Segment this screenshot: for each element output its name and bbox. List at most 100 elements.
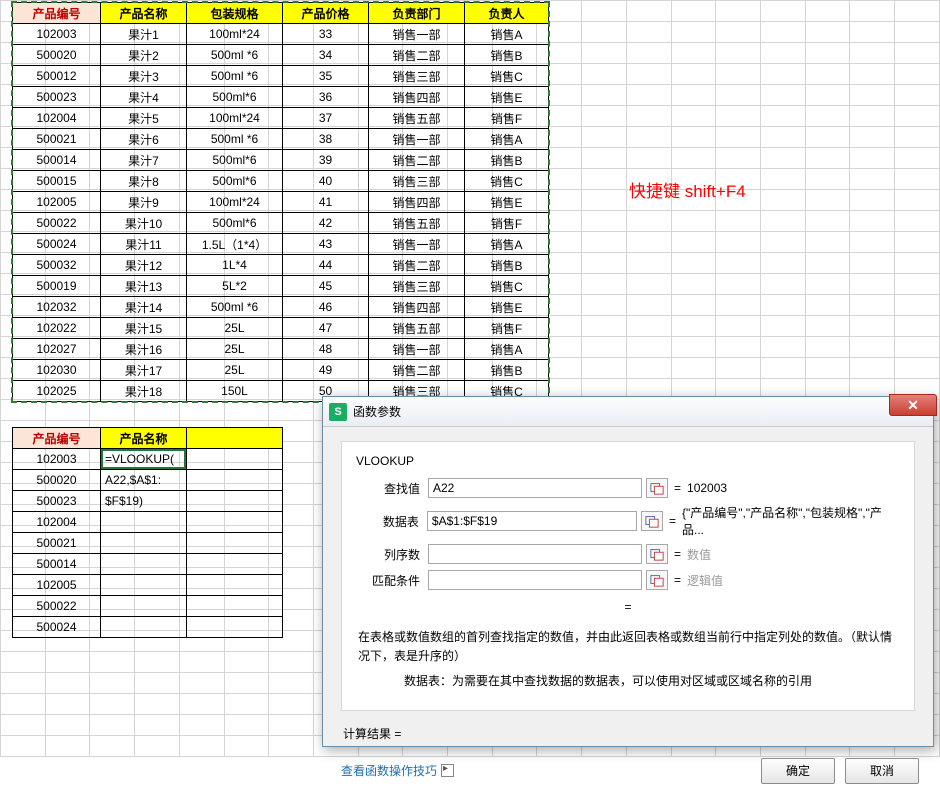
data-cell[interactable]: 果汁5 xyxy=(101,108,187,129)
data-cell[interactable]: 102004 xyxy=(13,512,101,533)
data-cell[interactable]: 45 xyxy=(283,276,369,297)
dialog-titlebar[interactable]: S 函数参数 ✕ xyxy=(323,397,933,427)
data-cell[interactable]: 38 xyxy=(283,129,369,150)
data-cell[interactable]: 102027 xyxy=(13,339,101,360)
data-cell[interactable]: 销售B xyxy=(465,255,549,276)
range-picker-icon[interactable] xyxy=(646,570,668,590)
data-cell[interactable]: 销售一部 xyxy=(369,24,465,45)
range-picker-icon[interactable] xyxy=(646,544,668,564)
data-cell[interactable]: 102005 xyxy=(13,192,101,213)
data-cell[interactable] xyxy=(187,575,283,596)
data-cell[interactable]: 销售C xyxy=(465,276,549,297)
data-cell[interactable]: 果汁14 xyxy=(101,297,187,318)
cancel-button[interactable]: 取消 xyxy=(845,758,919,784)
data-cell[interactable]: 销售C xyxy=(465,66,549,87)
data-cell[interactable]: 500ml *6 xyxy=(187,45,283,66)
data-cell[interactable]: 25L xyxy=(187,339,283,360)
data-cell[interactable]: 43 xyxy=(283,234,369,255)
col-header[interactable]: 负责人 xyxy=(465,3,549,24)
data-cell[interactable]: 销售二部 xyxy=(369,360,465,381)
range-picker-icon[interactable] xyxy=(646,478,668,498)
data-cell[interactable]: 果汁9 xyxy=(101,192,187,213)
data-cell[interactable]: 100ml*24 xyxy=(187,24,283,45)
data-cell[interactable] xyxy=(187,470,283,491)
col-header[interactable]: 产品价格 xyxy=(283,3,369,24)
data-cell[interactable]: 500ml *6 xyxy=(187,66,283,87)
data-cell[interactable]: 销售二部 xyxy=(369,150,465,171)
data-cell[interactable]: 500ml*6 xyxy=(187,87,283,108)
data-cell[interactable]: 果汁7 xyxy=(101,150,187,171)
data-cell[interactable]: 500024 xyxy=(13,234,101,255)
data-cell[interactable]: 1.5L（1*4） xyxy=(187,234,283,255)
data-cell[interactable]: 34 xyxy=(283,45,369,66)
data-cell[interactable]: 25L xyxy=(187,318,283,339)
data-cell[interactable]: 500022 xyxy=(13,596,101,617)
data-cell[interactable]: 销售二部 xyxy=(369,45,465,66)
col-header[interactable]: 包装规格 xyxy=(187,3,283,24)
data-cell[interactable]: 销售一部 xyxy=(369,129,465,150)
data-cell[interactable]: 102025 xyxy=(13,381,101,402)
data-cell[interactable]: 44 xyxy=(283,255,369,276)
data-cell[interactable]: 100ml*24 xyxy=(187,192,283,213)
data-cell[interactable]: 销售B xyxy=(465,150,549,171)
data-cell[interactable] xyxy=(187,491,283,512)
data-cell[interactable]: 果汁4 xyxy=(101,87,187,108)
data-cell[interactable]: 47 xyxy=(283,318,369,339)
data-cell[interactable]: 果汁15 xyxy=(101,318,187,339)
data-cell[interactable]: 102032 xyxy=(13,297,101,318)
data-cell[interactable]: 500023 xyxy=(13,491,101,512)
data-cell[interactable] xyxy=(187,449,283,470)
data-cell[interactable]: 销售三部 xyxy=(369,171,465,192)
ok-button[interactable]: 确定 xyxy=(761,758,835,784)
param-input[interactable] xyxy=(428,570,642,590)
data-cell[interactable]: =VLOOKUP( xyxy=(101,449,187,470)
data-cell[interactable]: 销售E xyxy=(465,297,549,318)
data-cell[interactable]: 36 xyxy=(283,87,369,108)
data-cell[interactable]: 果汁16 xyxy=(101,339,187,360)
data-cell[interactable]: 500ml *6 xyxy=(187,297,283,318)
data-cell[interactable]: A22,$A$1: xyxy=(101,470,187,491)
data-cell[interactable]: 销售五部 xyxy=(369,213,465,234)
help-link[interactable]: 查看函数操作技巧 xyxy=(341,762,454,779)
data-cell[interactable]: 果汁11 xyxy=(101,234,187,255)
data-cell[interactable]: 销售四部 xyxy=(369,192,465,213)
close-button[interactable]: ✕ xyxy=(889,394,937,416)
col-header[interactable]: 产品编号 xyxy=(13,3,101,24)
data-cell[interactable]: 销售一部 xyxy=(369,339,465,360)
data-cell[interactable]: 102005 xyxy=(13,575,101,596)
data-cell[interactable] xyxy=(101,617,187,638)
data-cell[interactable] xyxy=(101,554,187,575)
data-cell[interactable]: 果汁1 xyxy=(101,24,187,45)
data-cell[interactable]: 150L xyxy=(187,381,283,402)
data-cell[interactable]: 销售E xyxy=(465,192,549,213)
data-cell[interactable]: 销售E xyxy=(465,87,549,108)
data-cell[interactable]: 果汁18 xyxy=(101,381,187,402)
param-input[interactable] xyxy=(428,478,642,498)
data-cell[interactable] xyxy=(187,512,283,533)
col-header[interactable]: 产品编号 xyxy=(13,428,101,449)
data-cell[interactable]: 500ml*6 xyxy=(187,171,283,192)
data-cell[interactable]: 销售B xyxy=(465,360,549,381)
col-header[interactable]: 产品名称 xyxy=(101,3,187,24)
data-cell[interactable]: 果汁12 xyxy=(101,255,187,276)
data-cell[interactable] xyxy=(101,533,187,554)
data-cell[interactable]: 销售五部 xyxy=(369,108,465,129)
data-cell[interactable]: 销售五部 xyxy=(369,318,465,339)
data-cell[interactable]: 销售A xyxy=(465,24,549,45)
data-cell[interactable]: 500012 xyxy=(13,66,101,87)
data-cell[interactable]: 果汁17 xyxy=(101,360,187,381)
data-cell[interactable]: 500020 xyxy=(13,470,101,491)
data-cell[interactable]: 500015 xyxy=(13,171,101,192)
data-cell[interactable] xyxy=(187,533,283,554)
data-cell[interactable]: 销售C xyxy=(465,171,549,192)
data-cell[interactable]: 销售二部 xyxy=(369,255,465,276)
data-cell[interactable]: 销售B xyxy=(465,45,549,66)
data-cell[interactable]: 500ml*6 xyxy=(187,213,283,234)
param-input[interactable] xyxy=(427,511,637,531)
data-cell[interactable]: 102003 xyxy=(13,449,101,470)
data-cell[interactable]: 果汁3 xyxy=(101,66,187,87)
data-cell[interactable]: 果汁6 xyxy=(101,129,187,150)
data-cell[interactable] xyxy=(187,617,283,638)
data-cell[interactable]: 102003 xyxy=(13,24,101,45)
data-cell[interactable]: 37 xyxy=(283,108,369,129)
